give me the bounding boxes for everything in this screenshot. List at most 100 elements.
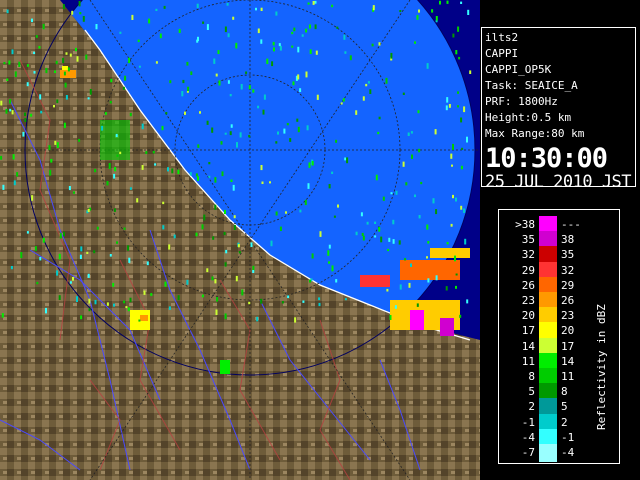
echo-speckle — [20, 252, 23, 258]
echo-speckle — [69, 281, 72, 284]
echo-speckle — [232, 184, 235, 191]
echo-speckle — [306, 125, 309, 131]
echo-speckle — [309, 279, 311, 283]
echo-speckle — [275, 141, 278, 144]
echo-speckle — [390, 192, 393, 195]
echo-speckle — [72, 277, 74, 281]
echo-speckle — [173, 234, 176, 239]
echo-speckle — [418, 148, 421, 153]
echo-speckle — [22, 131, 25, 137]
echo-speckle — [0, 100, 3, 106]
echo-speckle — [452, 143, 454, 150]
legend-high-value: -4 — [561, 446, 575, 459]
echo-speckle — [252, 89, 255, 93]
echo-speckle — [262, 109, 265, 115]
echo-speckle — [106, 302, 109, 306]
echo-speckle — [355, 110, 358, 115]
echo-speckle — [402, 92, 405, 95]
echo-speckle — [24, 118, 27, 122]
echo-speckle — [318, 302, 321, 307]
echo-speckle — [316, 94, 319, 100]
echo-speckle — [148, 18, 151, 24]
echo-speckle — [328, 261, 330, 264]
echo-speckle — [168, 306, 171, 310]
echo-speckle — [113, 303, 115, 307]
echo-speckle — [85, 54, 88, 60]
echo-speckle — [141, 165, 144, 170]
echo-speckle — [418, 215, 421, 219]
echo-speckle — [291, 31, 294, 35]
echo-speckle — [169, 80, 172, 84]
echo-speckle — [388, 237, 391, 242]
echo-speckle — [235, 275, 238, 282]
echo-speckle — [335, 139, 338, 143]
echo-speckle — [67, 67, 70, 72]
echo-speckle — [457, 91, 459, 94]
echo-speckle — [145, 151, 148, 154]
echo-speckle — [216, 297, 219, 302]
echo-speckle — [55, 60, 58, 65]
echo-speckle — [8, 60, 11, 65]
echo-speckle — [177, 169, 180, 175]
echo-speckle — [275, 11, 278, 16]
echo-speckle — [161, 125, 164, 131]
echo-speckle — [65, 52, 68, 55]
echo-speckle — [301, 34, 304, 37]
echo-speckle — [418, 9, 420, 13]
echo-speckle — [62, 4, 65, 10]
echo-speckle — [186, 279, 189, 285]
echo-speckle — [129, 112, 132, 117]
observation-date: 25 JUL 2010 JST — [485, 172, 632, 192]
echo-speckle — [42, 23, 45, 30]
echo-speckle — [293, 27, 296, 32]
echo-speckle — [238, 251, 241, 254]
echo-speckle — [31, 195, 34, 201]
echo-speckle — [374, 235, 377, 238]
echo-speckle — [116, 241, 118, 244]
echo-speckle — [88, 308, 91, 312]
echo-speckle — [281, 301, 284, 304]
echo-speckle — [427, 278, 430, 283]
echo-speckle — [64, 82, 67, 88]
echo-speckle — [344, 298, 347, 301]
echo-speckle — [308, 162, 311, 168]
echo-speckle — [26, 82, 29, 87]
echo-speckle — [59, 233, 62, 239]
echo-speckle — [371, 43, 374, 47]
echo-speckle — [54, 140, 57, 145]
echo-speckle — [466, 136, 468, 143]
echo-speckle — [404, 258, 407, 261]
echo-speckle — [11, 49, 14, 55]
echo-speckle — [285, 211, 287, 214]
echo-speckle — [327, 250, 330, 256]
echo-speckle — [73, 191, 75, 194]
echo-speckle — [171, 168, 174, 174]
echo-speckle — [366, 221, 369, 225]
echo-speckle — [213, 58, 216, 64]
echo-speckle — [112, 282, 115, 287]
echo-speckle — [392, 239, 395, 244]
echo-speckle — [2, 184, 5, 190]
echo-speckle — [328, 244, 331, 249]
echo-speckle — [426, 224, 429, 230]
echo-speckle — [203, 214, 206, 221]
echo-speckle — [24, 112, 26, 116]
echo-speckle — [184, 111, 186, 115]
echo-speckle — [129, 187, 132, 190]
echo-speckle — [257, 28, 260, 34]
echo-speckle — [426, 256, 428, 259]
echo-speckle — [211, 276, 214, 281]
echo-speckle — [439, 0, 441, 5]
echo-speckle — [382, 196, 385, 201]
echo-speckle — [68, 186, 71, 191]
echo-speckle — [54, 70, 56, 73]
echo-speckle — [378, 116, 381, 120]
echo-speckle — [299, 209, 302, 213]
echo-speckle — [367, 81, 370, 84]
echo-speckle — [202, 21, 205, 24]
station-name: ilts2 — [485, 31, 519, 44]
echo-speckle — [277, 131, 279, 135]
echo-speckle — [227, 80, 230, 84]
echo-speckle — [460, 117, 463, 123]
echo-speckle — [6, 78, 9, 81]
